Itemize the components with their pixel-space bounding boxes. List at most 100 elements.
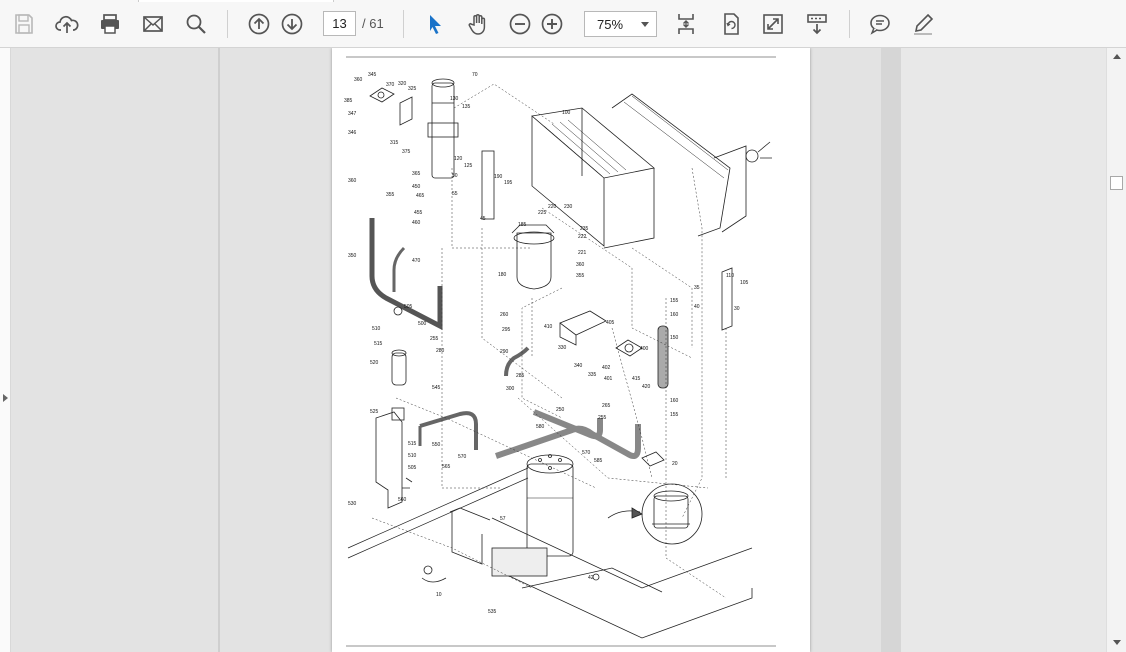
exploded-parts-diagram: 345 360 370 320 385 347 346 325 315375 130135 70 10… [344,56,776,647]
callout-number: 580 [536,424,545,430]
callout-number: 20 [672,461,678,467]
upload-icon [55,15,79,33]
callout-number: 105 [740,280,749,286]
email-icon [143,16,163,32]
fullscreen-icon [763,14,783,34]
callout-number: 255 [598,415,607,421]
callout-number: 355 [386,192,395,198]
callout-number: 570 [582,450,591,456]
scroll-thumb[interactable] [1110,176,1123,190]
zoom-select[interactable]: 75% [584,11,657,37]
callout-number: 225 [538,210,547,216]
callout-number: 221 [578,250,587,256]
rotate-button[interactable] [715,8,747,40]
fullscreen-button[interactable] [757,8,789,40]
zoom-out-icon [509,13,531,35]
callout-number: 265 [602,403,611,409]
comment-button[interactable] [864,8,896,40]
callout-number: 230 [564,204,573,210]
callout-number: 222 [578,234,587,240]
callout-number: 340 [574,363,583,369]
page-total: / 61 [362,16,384,31]
callout-number: 125 [464,163,473,169]
callout-number: 505 [408,465,417,471]
highlight-button[interactable] [907,8,939,40]
callout-number: 565 [442,464,451,470]
callout-number: 420 [642,384,651,390]
callout-number: 550 [432,442,441,448]
callout-number: 500 [418,321,427,327]
callout-number: 360 [576,262,585,268]
scroll-down-arrow-icon[interactable] [1113,640,1121,645]
callout-number: 360 [354,77,363,83]
callout-number: 57 [500,516,506,522]
callout-number: 295 [502,327,511,333]
callout-number: 130 [450,96,459,102]
callout-number: 45 [480,216,486,222]
prev-page-button[interactable] [243,8,275,40]
print-button[interactable] [94,8,126,40]
callout-number: 150 [670,335,679,341]
callout-number: 190 [494,174,503,180]
highlight-icon [914,13,934,35]
save-icon [15,14,33,34]
callout-number: 410 [544,324,553,330]
upload-button[interactable] [51,8,83,40]
callout-number: 160 [670,312,679,318]
rotate-icon [724,13,739,35]
fit-page-button[interactable] [670,8,702,40]
callout-number: 350 [348,253,357,259]
callout-number: 260 [500,312,509,318]
separator [849,10,850,38]
scroll-mode-button[interactable] [801,8,833,40]
callout-number: 220 [548,204,557,210]
tab-strip [138,0,334,2]
callout-number: 155 [670,412,679,418]
callout-number: 355 [576,273,585,279]
callout-number: 255 [430,336,439,342]
callout-number: 325 [408,86,417,92]
zoom-out-button[interactable] [504,8,536,40]
callout-number: 470 [412,258,421,264]
prev-page-icon [248,13,270,35]
callout-number: 520 [370,360,379,366]
callout-number: 570 [458,454,467,460]
callout-number: 401 [604,376,613,382]
callout-number: 50 [452,173,458,179]
hand-tool-icon [468,14,486,35]
panel-toggle-icon[interactable] [3,394,8,402]
next-page-button[interactable] [276,8,308,40]
page-number-input[interactable] [323,11,356,36]
callout-number: 185 [518,222,527,228]
callout-number: 235 [580,226,589,232]
callout-number: 100 [562,110,571,116]
select-tool-button[interactable] [419,8,451,40]
callout-number: 585 [594,458,603,464]
callout-number: 250 [556,407,565,413]
select-cursor-icon [430,15,441,34]
callout-number: 10 [436,592,442,598]
callout-number: 285 [516,373,525,379]
hand-tool-button[interactable] [462,8,494,40]
print-icon [101,14,119,34]
search-button[interactable] [180,8,212,40]
vertical-scrollbar[interactable] [1106,48,1126,652]
callout-number: 70 [472,72,478,78]
callout-number: 135 [462,104,471,110]
callout-number: 180 [498,272,507,278]
email-button[interactable] [137,8,169,40]
callout-number: 402 [602,365,611,371]
comment-icon [870,14,890,35]
callout-number: 280 [436,348,445,354]
callout-number: 560 [398,497,407,503]
zoom-in-button[interactable] [536,8,568,40]
search-icon [186,14,206,34]
callout-number: 345 [368,72,377,78]
save-button[interactable] [8,8,40,40]
callout-number: 315 [390,140,399,146]
callout-number: 330 [558,345,567,351]
document-area[interactable]: 345 360 370 320 385 347 346 325 315 375 130 135 70 10… [11,48,1106,652]
callout-number: 525 [370,409,379,415]
callout-number: 35 [694,285,700,291]
scroll-up-arrow-icon[interactable] [1113,54,1121,59]
